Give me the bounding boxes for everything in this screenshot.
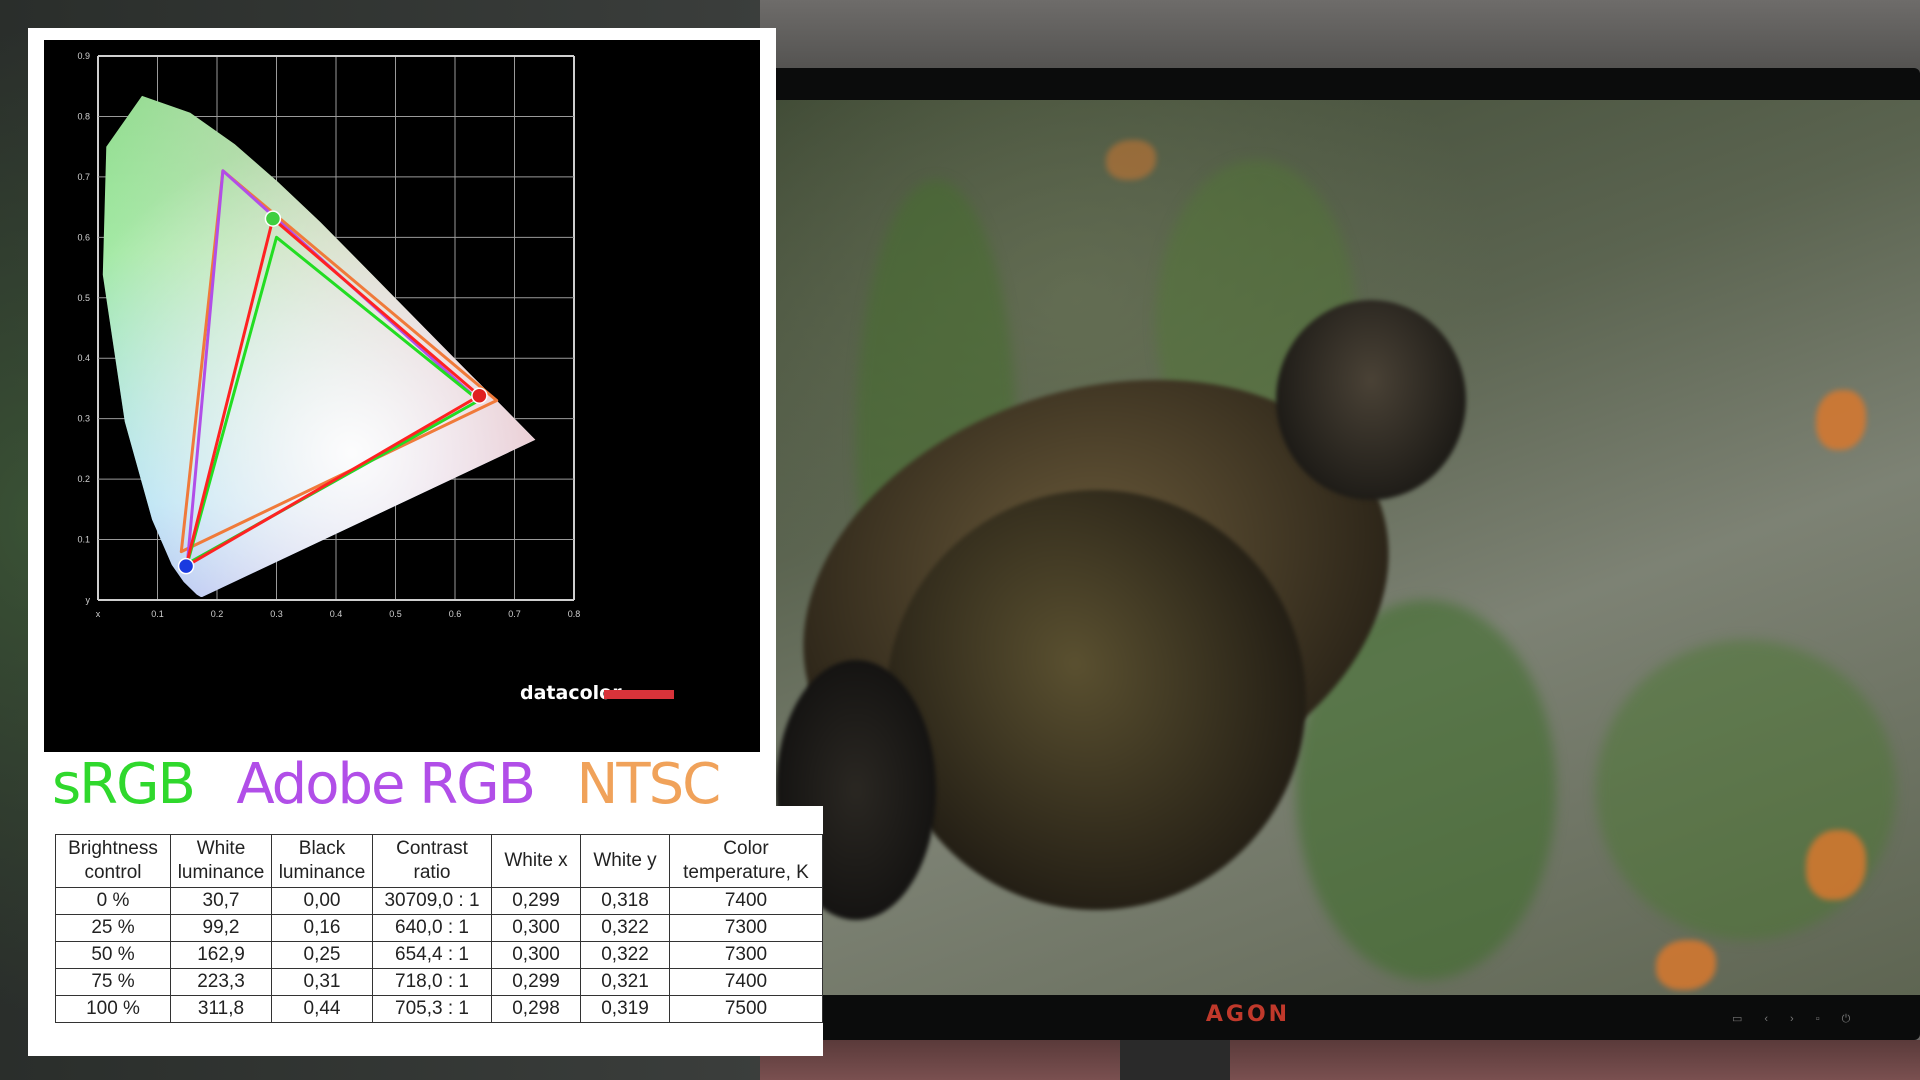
x-tick-label: x — [96, 609, 101, 619]
x-tick-label: 0.6 — [449, 609, 462, 619]
table-cell: 705,3 : 1 — [372, 995, 492, 1023]
table-cell: 99,2 — [170, 914, 272, 942]
y-tick-label: 0.2 — [77, 474, 90, 484]
table-cell: 25 % — [55, 914, 171, 942]
table-cell: 7400 — [669, 887, 823, 915]
table-cell: 7500 — [669, 995, 823, 1023]
table-row: 25 % 99,2 0,16 640,0 : 1 0,300 0,322 7300 — [55, 914, 823, 942]
table-cell: 0 % — [55, 887, 171, 915]
primary-point-2 — [177, 557, 195, 575]
table-header-cell: White y — [580, 834, 670, 888]
x-tick-label: 0.7 — [508, 609, 521, 619]
table-cell: 30709,0 : 1 — [372, 887, 492, 915]
spectral-locus-fill — [102, 95, 536, 598]
y-tick-label: 0.8 — [77, 111, 90, 121]
table-cell: 75 % — [55, 968, 171, 996]
y-tick-label: 0.3 — [77, 414, 90, 424]
table-header-cell: Black luminance — [271, 834, 373, 888]
table-cell: 0,25 — [271, 941, 373, 969]
table-row: 0 % 30,7 0,00 30709,0 : 1 0,299 0,318 7400 — [55, 887, 823, 915]
datacolor-watermark: datacolor — [520, 682, 674, 704]
monitor-brand-logo: AGON — [1205, 1002, 1291, 1027]
table-cell: 0,16 — [271, 914, 373, 942]
table-cell: 718,0 : 1 — [372, 968, 492, 996]
table-cell: 0,299 — [491, 887, 581, 915]
table-row: 100 % 311,8 0,44 705,3 : 1 0,298 0,319 7500 — [55, 995, 823, 1023]
datacolor-logo-bar — [604, 690, 674, 699]
table-cell: 640,0 : 1 — [372, 914, 492, 942]
table-cell: 0,44 — [271, 995, 373, 1023]
table-row: 75 % 223,3 0,31 718,0 : 1 0,299 0,321 7400 — [55, 968, 823, 996]
y-tick-label: 0.9 — [77, 51, 90, 61]
table-cell: 311,8 — [170, 995, 272, 1023]
monitor-screen-image — [776, 100, 1920, 995]
y-tick-label: 0.4 — [77, 353, 90, 363]
cie-chart-svg: x 0.1 0.2 0.3 0.4 0.5 0.6 0.7 0.8 y 0.1 0.2 0.3 0.4 0.… — [77, 51, 674, 704]
table-cell: 0,322 — [580, 914, 670, 942]
y-tick-label: 0.6 — [77, 232, 90, 242]
primary-point-1 — [264, 210, 282, 227]
table-cell: 7300 — [669, 914, 823, 942]
y-tick-label: 0.1 — [77, 535, 90, 545]
table-cell: 0,322 — [580, 941, 670, 969]
table-cell: 162,9 — [170, 941, 272, 969]
primary-point-0 — [471, 387, 488, 404]
table-cell: 654,4 : 1 — [372, 941, 492, 969]
table-row: 50 % 162,9 0,25 654,4 : 1 0,300 0,322 7300 — [55, 941, 823, 969]
table-cell: 7400 — [669, 968, 823, 996]
table-header-cell: White x — [491, 834, 581, 888]
table-cell: 50 % — [55, 941, 171, 969]
x-tick-label: 0.4 — [330, 609, 343, 619]
x-tick-label: 0.1 — [151, 609, 164, 619]
legend-adobe-rgb: Adobe RGB — [236, 752, 536, 817]
table-cell: 223,3 — [170, 968, 272, 996]
table-cell: 7300 — [669, 941, 823, 969]
gamut-legend: sRGB Adobe RGB NTSC — [52, 752, 757, 822]
cie-chromaticity-chart: x 0.1 0.2 0.3 0.4 0.5 0.6 0.7 0.8 y 0.1 0.2 0.3 0.4 0.… — [44, 40, 760, 752]
table-cell: 30,7 — [170, 887, 272, 915]
floor — [760, 1040, 1920, 1080]
table-cell: 0,319 — [580, 995, 670, 1023]
table-cell: 100 % — [55, 995, 171, 1023]
x-tick-label: 0.2 — [211, 609, 224, 619]
table-cell: 0,318 — [580, 887, 670, 915]
legend-ntsc: NTSC — [576, 752, 721, 817]
table-cell: 0,298 — [491, 995, 581, 1023]
table-cell: 0,321 — [580, 968, 670, 996]
y-tick-label: 0.5 — [77, 293, 90, 303]
x-tick-label: 0.8 — [568, 609, 581, 619]
x-tick-label: 0.3 — [270, 609, 283, 619]
table-cell: 0,300 — [491, 914, 581, 942]
table-header-cell: White luminance — [170, 834, 272, 888]
table-header-row: Brightness control White luminance Black lumi… — [55, 834, 823, 888]
table-cell: 0,31 — [271, 968, 373, 996]
table-header-cell: Contrast ratio — [372, 834, 492, 888]
legend-srgb: sRGB — [52, 752, 196, 817]
monitor-stand — [1120, 1040, 1230, 1080]
table-body: 0 % 30,7 0,00 30709,0 : 1 0,299 0,318 7400 25 %… — [55, 887, 823, 1023]
monitor-osd-buttons: ▭‹›▫⏻ — [1732, 1013, 1873, 1025]
table-cell: 0,300 — [491, 941, 581, 969]
table-cell: 0,00 — [271, 887, 373, 915]
x-tick-label: 0.5 — [389, 609, 402, 619]
measurement-table: Brightness control White luminance Black lumi… — [55, 834, 823, 1023]
table-header-cell: Color temperature, K — [669, 834, 823, 888]
y-tick-label: y — [86, 595, 91, 605]
table-cell: 0,299 — [491, 968, 581, 996]
table-header-cell: Brightness control — [55, 834, 171, 888]
y-tick-label: 0.7 — [77, 172, 90, 182]
